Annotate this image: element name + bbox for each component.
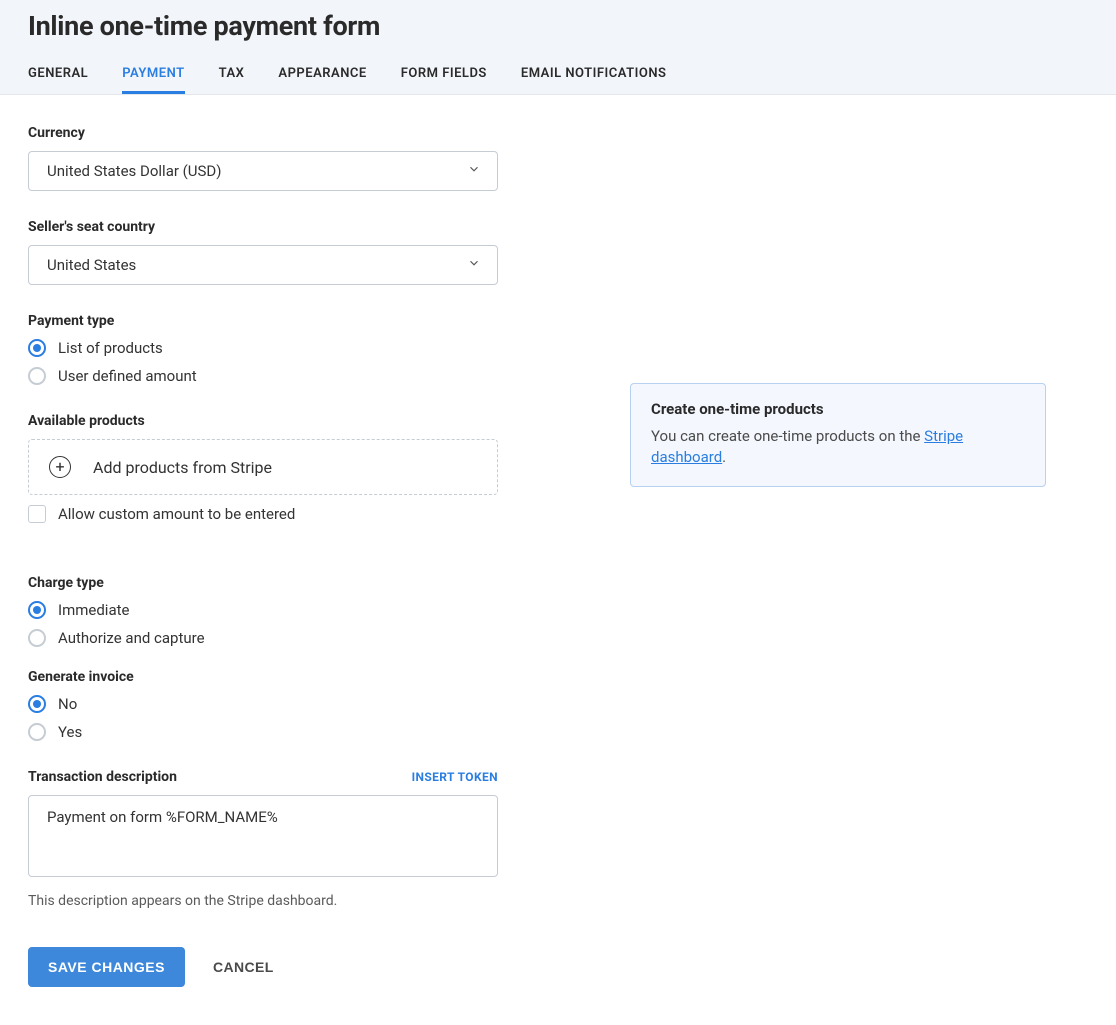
add-products-label: Add products from Stripe [93,458,272,477]
payment-type-group: Payment type List of products User defin… [28,313,498,385]
radio-label: No [58,695,77,713]
generate-invoice-radio-no[interactable]: No [28,695,498,713]
generate-invoice-radio-yes[interactable]: Yes [28,723,498,741]
transaction-description-input[interactable] [28,795,498,877]
seller-country-group: Seller's seat country United States [28,219,498,285]
radio-icon [28,723,46,741]
info-box-title: Create one-time products [651,400,1025,418]
currency-select[interactable]: United States Dollar (USD) [28,151,498,191]
info-box: Create one-time products You can create … [630,383,1046,487]
insert-token-link[interactable]: INSERT TOKEN [412,770,498,784]
payment-type-radios: List of products User defined amount [28,339,498,385]
allow-custom-label: Allow custom amount to be entered [58,505,295,523]
tab-appearance[interactable]: APPEARANCE [278,66,366,94]
seller-country-select[interactable]: United States [28,245,498,285]
currency-group: Currency United States Dollar (USD) [28,125,498,191]
charge-type-group: Charge type Immediate Authorize and capt… [28,575,498,647]
radio-label: List of products [58,339,163,357]
transaction-description-group: Transaction description INSERT TOKEN Thi… [28,769,498,909]
content: Currency United States Dollar (USD) Sell… [0,95,1116,1025]
transaction-description-label-row: Transaction description INSERT TOKEN [28,769,498,785]
payment-type-radio-user[interactable]: User defined amount [28,367,498,385]
radio-icon [28,367,46,385]
chevron-down-icon [467,162,481,180]
seller-country-label: Seller's seat country [28,219,498,235]
radio-label: Immediate [58,601,129,619]
info-box-text-prefix: You can create one-time products on the [651,427,924,445]
cancel-button[interactable]: CANCEL [213,959,274,975]
radio-icon [28,629,46,647]
payment-type-radio-list[interactable]: List of products [28,339,498,357]
transaction-description-label: Transaction description [28,769,177,785]
generate-invoice-group: Generate invoice No Yes [28,669,498,741]
charge-type-label: Charge type [28,575,498,591]
payment-type-label: Payment type [28,313,498,329]
tab-tax[interactable]: TAX [219,66,245,94]
spacer [28,551,498,575]
radio-label: User defined amount [58,367,197,385]
generate-invoice-label: Generate invoice [28,669,498,685]
available-products-group: Available products + Add products from S… [28,413,498,523]
radio-icon [28,339,46,357]
currency-label: Currency [28,125,498,141]
charge-type-radio-immediate[interactable]: Immediate [28,601,498,619]
radio-icon [28,695,46,713]
button-row: SAVE CHANGES CANCEL [28,947,498,987]
header: Inline one-time payment form GENERAL PAY… [0,0,1116,95]
tab-form-fields[interactable]: FORM FIELDS [401,66,487,94]
seller-country-value: United States [47,256,136,274]
plus-circle-icon: + [49,456,71,478]
info-box-text: You can create one-time products on the … [651,426,1025,468]
transaction-description-help: This description appears on the Stripe d… [28,893,498,909]
currency-value: United States Dollar (USD) [47,162,222,180]
tab-email-notifications[interactable]: EMAIL NOTIFICATIONS [521,66,667,94]
page-title: Inline one-time payment form [28,10,1088,42]
checkbox-icon [28,505,46,523]
radio-label: Yes [58,723,82,741]
allow-custom-checkbox[interactable]: Allow custom amount to be entered [28,505,498,523]
available-products-label: Available products [28,413,498,429]
form-column: Currency United States Dollar (USD) Sell… [28,125,498,987]
charge-type-radios: Immediate Authorize and capture [28,601,498,647]
tab-payment[interactable]: PAYMENT [122,66,184,94]
info-box-text-suffix: . [722,448,726,466]
chevron-down-icon [467,256,481,274]
charge-type-radio-authorize[interactable]: Authorize and capture [28,629,498,647]
add-products-button[interactable]: + Add products from Stripe [28,439,498,495]
radio-label: Authorize and capture [58,629,205,647]
generate-invoice-radios: No Yes [28,695,498,741]
tab-general[interactable]: GENERAL [28,66,88,94]
radio-icon [28,601,46,619]
tab-bar: GENERAL PAYMENT TAX APPEARANCE FORM FIEL… [28,66,1088,94]
save-button[interactable]: SAVE CHANGES [28,947,185,987]
